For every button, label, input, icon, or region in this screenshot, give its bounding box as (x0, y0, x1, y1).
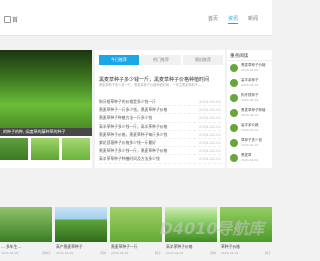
tab-today[interactable]: 今日推荐 (99, 55, 139, 65)
page: 首 首页 资讯 新闻 的种子的种, 阔度草的藤种草的种子 今日推荐 热门推荐 随… (0, 0, 272, 261)
key-reading-item-date: 2024-04-01 (241, 68, 259, 72)
key-reading-item-date: 2024-04-01 (241, 98, 259, 102)
key-reading-thumb[interactable] (230, 124, 238, 132)
hero-thumb-1[interactable] (0, 138, 28, 160)
nav-item-news[interactable]: 资讯 (227, 15, 238, 24)
gallery-card-title[interactable]: 高羊茅种子价格 (165, 244, 217, 250)
list-item[interactable]: 黑麦草种子种植方法一斤多少钱 2024-04-01 (99, 114, 221, 123)
list-item[interactable]: 黑麦草种子多少钱一斤，黑麦草种子价格 2024-04-01 (99, 147, 221, 156)
list-item-title[interactable]: 黑麦草种子价格，黑麦草种子每斤多少钱 (99, 131, 185, 138)
list-item-title[interactable]: 狗牙根草种子的价格是多少钱一斤 (99, 98, 185, 105)
list-item[interactable]: 紫花苜蓿种子价格多少钱一斤最好 2024-04-01 (99, 139, 221, 148)
gallery-image[interactable] (55, 207, 107, 242)
key-reading-item[interactable]: 高羊茅种子 2024-04-01 (230, 78, 272, 91)
gallery-card[interactable]: 黑麦草种子一斤 2024-04-02 种子 (110, 207, 162, 261)
key-reading-panel: 重点阅读 黑麦草种子价格 2024-04-01 高羊茅种子 2024-04-01 狗… (227, 50, 272, 168)
recommend-tabs: 今日推荐 热门推荐 随机推荐 (99, 55, 223, 65)
key-reading-item-date: 2024-04-01 (241, 143, 259, 147)
featured-title[interactable]: 黑麦草种子多少钱一斤，黑麦草种子价格种植时间 (99, 76, 221, 83)
nav-item-home[interactable]: 首页 (208, 15, 218, 24)
key-reading-thumb[interactable] (230, 109, 238, 117)
gallery-card-title[interactable]: 高产黑麦草种子 (55, 244, 107, 250)
list-item[interactable]: 黑麦草种子价格，黑麦草种子每斤多少钱 2024-04-01 (99, 131, 221, 139)
gallery-card-tag: 草种子 (41, 251, 51, 255)
article-panel: 今日推荐 热门推荐 随机推荐 黑麦草种子多少钱一斤，黑麦草种子价格种植时间 黑麦… (95, 50, 225, 168)
list-item-title[interactable]: 黑麦草种子一斤多少钱，黑麦草种子价格 (99, 106, 185, 113)
tab-hot[interactable]: 热门推荐 (141, 55, 181, 65)
gallery-card-date: 2024-04-02 (221, 251, 239, 255)
list-item[interactable]: 高羊茅种子多少钱一斤，高羊茅种子价格 2024-04-01 (99, 123, 221, 131)
hero-image[interactable] (0, 50, 92, 128)
list-item-date: 2024-04-01 (198, 123, 221, 129)
list-item-date: 2024-04-01 (198, 107, 221, 113)
gallery-card-date: 2024-04-02 (111, 251, 129, 255)
key-reading-item-date: 2024-04-01 (241, 113, 259, 117)
key-reading-item[interactable]: 黑麦草种子价格 2024-04-01 (230, 63, 272, 76)
key-reading-item-date: 2024-04-01 (241, 128, 259, 132)
hero-caption[interactable]: 的种子的种, 阔度草的藤种草的种子 (0, 128, 92, 136)
key-reading-thumb[interactable] (230, 154, 238, 162)
list-item-date: 2024-04-01 (198, 115, 221, 121)
key-reading-thumb[interactable] (230, 94, 238, 102)
key-reading-list: 黑麦草种子价格 2024-04-01 高羊茅种子 2024-04-01 狗牙根种子 2… (230, 63, 272, 168)
list-item-title[interactable]: 黑麦草种子多少钱一斤，黑麦草种子价格 (99, 147, 185, 154)
list-item-title[interactable]: 高羊茅种子多少钱一斤，高羊茅种子价格 (99, 123, 185, 130)
key-reading-thumb[interactable] (230, 79, 238, 87)
gallery-card-date: 2024-04-02 (1, 251, 19, 255)
site-header: 首 首页 资讯 新闻 (0, 0, 272, 36)
gallery-card-tag: 草种 (99, 251, 106, 255)
list-item-title[interactable]: 高羊茅草种子种植时间及方法多少钱 (99, 155, 185, 162)
gallery-card-title[interactable]: 黑麦草种子一斤 (110, 244, 162, 250)
article-list: 狗牙根草种子的价格是多少钱一斤 2024-04-01 黑麦草种子一斤多少钱，黑麦草… (99, 98, 221, 164)
hero-thumb-3[interactable] (62, 138, 90, 160)
key-reading-item[interactable]: 草种子多少钱 2024-04-01 (230, 138, 272, 151)
gallery-card-title[interactable]: 草种子价格 (220, 244, 272, 250)
hero-thumbnails (0, 138, 90, 160)
list-item-date: 2024-04-01 (198, 156, 221, 162)
gallery-card-tag: 草种 (209, 251, 216, 255)
site-name[interactable]: 首 (12, 15, 18, 24)
gallery-card[interactable]: … 多年生… 2024-04-02 草种子 (0, 207, 52, 261)
list-item[interactable]: 狗牙根草种子的价格是多少钱一斤 2024-04-01 (99, 98, 221, 107)
list-item[interactable]: 高羊茅草种子种植时间及方法多少钱 2024-04-01 (99, 155, 221, 164)
hero-banner[interactable]: 的种子的种, 阔度草的藤种草的种子 (0, 50, 92, 168)
key-reading-item[interactable]: 黑麦草种子种植 2024-04-01 (230, 108, 272, 121)
list-item-date: 2024-04-01 (198, 99, 221, 104)
list-item-date: 2024-04-01 (198, 131, 221, 137)
top-nav: 首页 资讯 新闻 (208, 15, 258, 24)
key-reading-item[interactable]: 狗牙根种子 2024-04-01 (230, 93, 272, 106)
list-item-date: 2024-04-01 (198, 139, 221, 145)
key-reading-item-date: 2024-04-01 (241, 83, 259, 87)
key-reading-title: 重点阅读 (230, 54, 249, 59)
gallery-card-tag: 种子 (264, 251, 271, 255)
gallery-card-date: 2024-04-02 (56, 251, 74, 255)
watermark: D4010导航库 (157, 219, 268, 238)
key-reading-item[interactable]: 黑麦草 2024-04-01 (230, 153, 272, 166)
list-item-date: 2024-04-01 (198, 148, 221, 154)
featured-desc: 黑麦草种子多少钱一斤，黑麦草种子价格种植时间，一年生黑麦草种子…… (99, 83, 205, 87)
list-item-title[interactable]: 紫花苜蓿种子价格多少钱一斤最好 (99, 139, 185, 146)
key-reading-thumb[interactable] (230, 139, 238, 147)
gallery-card-title[interactable]: … 多年生… (0, 244, 52, 250)
gallery-image[interactable] (110, 207, 162, 242)
tab-random[interactable]: 随机推荐 (183, 55, 223, 65)
key-reading-thumb[interactable] (230, 64, 238, 72)
list-item[interactable]: 黑麦草种子一斤多少钱，黑麦草种子价格 2024-04-01 (99, 106, 221, 115)
gallery-image[interactable] (0, 207, 52, 242)
key-reading-item-date: 2024-04-01 (241, 158, 259, 162)
divider (227, 60, 272, 61)
list-item-title[interactable]: 黑麦草种子种植方法一斤多少钱 (99, 114, 185, 121)
logo-icon (4, 16, 11, 23)
nav-item-latest[interactable]: 新闻 (248, 15, 258, 24)
gallery-card[interactable]: 高产黑麦草种子 2024-04-02 草种 (55, 207, 107, 261)
hero-thumb-2[interactable] (31, 138, 59, 160)
gallery-card-tag: 种子 (154, 251, 161, 255)
key-reading-item[interactable]: 高羊茅价格 2024-04-01 (230, 123, 272, 136)
gallery-card-date: 2024-04-02 (166, 251, 184, 255)
